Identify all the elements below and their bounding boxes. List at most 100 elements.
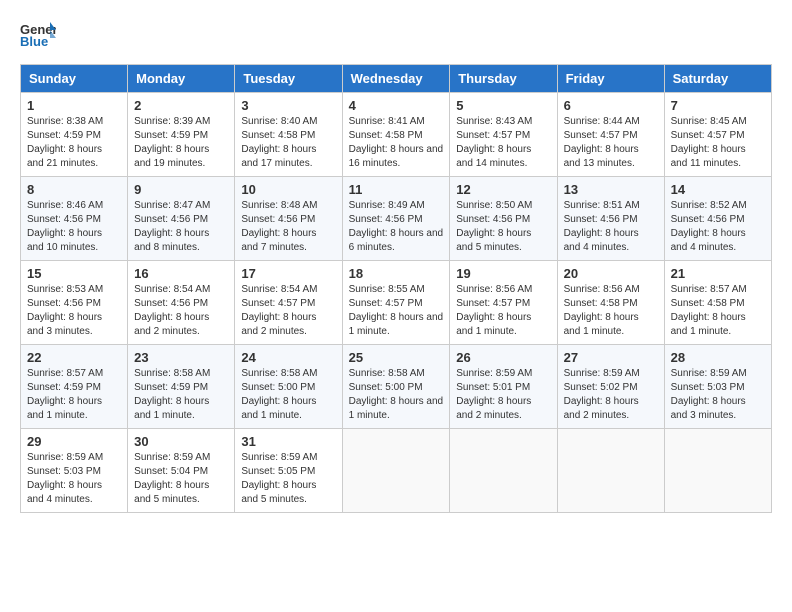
cell-info: Sunrise: 8:48 AMSunset: 4:56 PMDaylight:… — [241, 199, 335, 255]
cell-info: Sunrise: 8:39 AMSunset: 4:59 PMDaylight:… — [134, 115, 228, 171]
calendar-cell: 2 Sunrise: 8:39 AMSunset: 4:59 PMDaylight… — [128, 93, 235, 177]
cell-info: Sunrise: 8:57 AMSunset: 4:58 PMDaylight:… — [671, 283, 765, 339]
calendar-cell: 20 Sunrise: 8:56 AMSunset: 4:58 PMDayligh… — [557, 261, 664, 345]
calendar-cell: 22 Sunrise: 8:57 AMSunset: 4:59 PMDayligh… — [21, 345, 128, 429]
calendar-cell: 17 Sunrise: 8:54 AMSunset: 4:57 PMDayligh… — [235, 261, 342, 345]
cell-info: Sunrise: 8:58 AMSunset: 4:59 PMDaylight:… — [134, 367, 228, 423]
calendar-cell: 16 Sunrise: 8:54 AMSunset: 4:56 PMDayligh… — [128, 261, 235, 345]
calendar-cell: 28 Sunrise: 8:59 AMSunset: 5:03 PMDayligh… — [664, 345, 771, 429]
cell-info: Sunrise: 8:44 AMSunset: 4:57 PMDaylight:… — [564, 115, 658, 171]
day-number: 10 — [241, 182, 335, 197]
day-number: 17 — [241, 266, 335, 281]
day-number: 16 — [134, 266, 228, 281]
calendar-week-1: 1Sunrise: 8:38 AMSunset: 4:59 PMDaylight… — [21, 93, 772, 177]
cell-info: Sunrise: 8:45 AMSunset: 4:57 PMDaylight:… — [671, 115, 765, 171]
calendar-header-saturday: Saturday — [664, 65, 771, 93]
cell-info: Sunrise: 8:57 AMSunset: 4:59 PMDaylight:… — [27, 367, 121, 423]
day-number: 26 — [456, 350, 550, 365]
calendar-cell: 13 Sunrise: 8:51 AMSunset: 4:56 PMDayligh… — [557, 177, 664, 261]
day-number: 6 — [564, 98, 658, 113]
calendar-cell: 10 Sunrise: 8:48 AMSunset: 4:56 PMDayligh… — [235, 177, 342, 261]
day-number: 3 — [241, 98, 335, 113]
page-header: General Blue — [20, 20, 772, 48]
cell-info: Sunrise: 8:43 AMSunset: 4:57 PMDaylight:… — [456, 115, 550, 171]
day-number: 23 — [134, 350, 228, 365]
day-number: 30 — [134, 434, 228, 449]
calendar-cell: 6 Sunrise: 8:44 AMSunset: 4:57 PMDaylight… — [557, 93, 664, 177]
calendar-header-wednesday: Wednesday — [342, 65, 450, 93]
calendar-header-monday: Monday — [128, 65, 235, 93]
day-number: 21 — [671, 266, 765, 281]
calendar-cell: 19 Sunrise: 8:56 AMSunset: 4:57 PMDayligh… — [450, 261, 557, 345]
calendar-header-friday: Friday — [557, 65, 664, 93]
calendar-cell — [342, 429, 450, 513]
day-number: 4 — [349, 98, 444, 113]
calendar-cell: 1Sunrise: 8:38 AMSunset: 4:59 PMDaylight… — [21, 93, 128, 177]
day-number: 12 — [456, 182, 550, 197]
cell-info: Sunrise: 8:56 AMSunset: 4:58 PMDaylight:… — [564, 283, 658, 339]
calendar-week-5: 29 Sunrise: 8:59 AMSunset: 5:03 PMDayligh… — [21, 429, 772, 513]
day-number: 13 — [564, 182, 658, 197]
day-number: 14 — [671, 182, 765, 197]
calendar-header-sunday: Sunday — [21, 65, 128, 93]
calendar-cell: 9 Sunrise: 8:47 AMSunset: 4:56 PMDaylight… — [128, 177, 235, 261]
day-number: 28 — [671, 350, 765, 365]
day-number: 24 — [241, 350, 335, 365]
cell-info: Sunrise: 8:51 AMSunset: 4:56 PMDaylight:… — [564, 199, 658, 255]
cell-info: Sunrise: 8:56 AMSunset: 4:57 PMDaylight:… — [456, 283, 550, 339]
cell-info: Sunrise: 8:58 AMSunset: 5:00 PMDaylight:… — [241, 367, 335, 423]
calendar-cell: 3Sunrise: 8:40 AMSunset: 4:58 PMDaylight… — [235, 93, 342, 177]
calendar-cell: 5 Sunrise: 8:43 AMSunset: 4:57 PMDaylight… — [450, 93, 557, 177]
day-number: 18 — [349, 266, 444, 281]
day-number: 31 — [241, 434, 335, 449]
cell-info: Sunrise: 8:59 AMSunset: 5:03 PMDaylight:… — [671, 367, 765, 423]
cell-info: Sunrise: 8:46 AMSunset: 4:56 PMDaylight:… — [27, 199, 121, 255]
calendar-cell: 12 Sunrise: 8:50 AMSunset: 4:56 PMDayligh… — [450, 177, 557, 261]
calendar-week-2: 8Sunrise: 8:46 AMSunset: 4:56 PMDaylight… — [21, 177, 772, 261]
cell-info: Sunrise: 8:53 AMSunset: 4:56 PMDaylight:… — [27, 283, 121, 339]
calendar-table: SundayMondayTuesdayWednesdayThursdayFrid… — [20, 64, 772, 513]
svg-text:Blue: Blue — [20, 34, 48, 48]
calendar-week-4: 22 Sunrise: 8:57 AMSunset: 4:59 PMDayligh… — [21, 345, 772, 429]
calendar-cell: 29 Sunrise: 8:59 AMSunset: 5:03 PMDayligh… — [21, 429, 128, 513]
day-number: 22 — [27, 350, 121, 365]
day-number: 7 — [671, 98, 765, 113]
day-number: 19 — [456, 266, 550, 281]
calendar-week-3: 15 Sunrise: 8:53 AMSunset: 4:56 PMDayligh… — [21, 261, 772, 345]
day-number: 9 — [134, 182, 228, 197]
day-number: 2 — [134, 98, 228, 113]
day-number: 27 — [564, 350, 658, 365]
day-number: 11 — [349, 182, 444, 197]
cell-info: Sunrise: 8:54 AMSunset: 4:56 PMDaylight:… — [134, 283, 228, 339]
cell-info: Sunrise: 8:59 AMSunset: 5:05 PMDaylight:… — [241, 451, 335, 507]
cell-info: Sunrise: 8:59 AMSunset: 5:03 PMDaylight:… — [27, 451, 121, 507]
day-number: 5 — [456, 98, 550, 113]
calendar-cell: 11Sunrise: 8:49 AMSunset: 4:56 PMDayligh… — [342, 177, 450, 261]
cell-info: Sunrise: 8:59 AMSunset: 5:01 PMDaylight:… — [456, 367, 550, 423]
cell-info: Sunrise: 8:59 AMSunset: 5:02 PMDaylight:… — [564, 367, 658, 423]
calendar-header-row: SundayMondayTuesdayWednesdayThursdayFrid… — [21, 65, 772, 93]
cell-info: Sunrise: 8:54 AMSunset: 4:57 PMDaylight:… — [241, 283, 335, 339]
calendar-cell: 27 Sunrise: 8:59 AMSunset: 5:02 PMDayligh… — [557, 345, 664, 429]
day-number: 20 — [564, 266, 658, 281]
calendar-cell: 18 Sunrise: 8:55 AMSunset: 4:57 PMDayligh… — [342, 261, 450, 345]
cell-info: Sunrise: 8:58 AMSunset: 5:00 PMDaylight:… — [349, 367, 444, 423]
calendar-header-thursday: Thursday — [450, 65, 557, 93]
day-number: 15 — [27, 266, 121, 281]
calendar-cell: 4Sunrise: 8:41 AMSunset: 4:58 PMDaylight… — [342, 93, 450, 177]
calendar-header-tuesday: Tuesday — [235, 65, 342, 93]
cell-info: Sunrise: 8:50 AMSunset: 4:56 PMDaylight:… — [456, 199, 550, 255]
day-number: 29 — [27, 434, 121, 449]
calendar-cell: 30 Sunrise: 8:59 AMSunset: 5:04 PMDayligh… — [128, 429, 235, 513]
cell-info: Sunrise: 8:55 AMSunset: 4:57 PMDaylight:… — [349, 283, 444, 339]
cell-info: Sunrise: 8:59 AMSunset: 5:04 PMDaylight:… — [134, 451, 228, 507]
cell-info: Sunrise: 8:52 AMSunset: 4:56 PMDaylight:… — [671, 199, 765, 255]
cell-info: Sunrise: 8:38 AMSunset: 4:59 PMDaylight:… — [27, 115, 121, 171]
calendar-cell: 15 Sunrise: 8:53 AMSunset: 4:56 PMDayligh… — [21, 261, 128, 345]
calendar-cell: 23 Sunrise: 8:58 AMSunset: 4:59 PMDayligh… — [128, 345, 235, 429]
calendar-cell: 14 Sunrise: 8:52 AMSunset: 4:56 PMDayligh… — [664, 177, 771, 261]
calendar-cell — [664, 429, 771, 513]
cell-info: Sunrise: 8:47 AMSunset: 4:56 PMDaylight:… — [134, 199, 228, 255]
day-number: 25 — [349, 350, 444, 365]
calendar-cell: 26 Sunrise: 8:59 AMSunset: 5:01 PMDayligh… — [450, 345, 557, 429]
